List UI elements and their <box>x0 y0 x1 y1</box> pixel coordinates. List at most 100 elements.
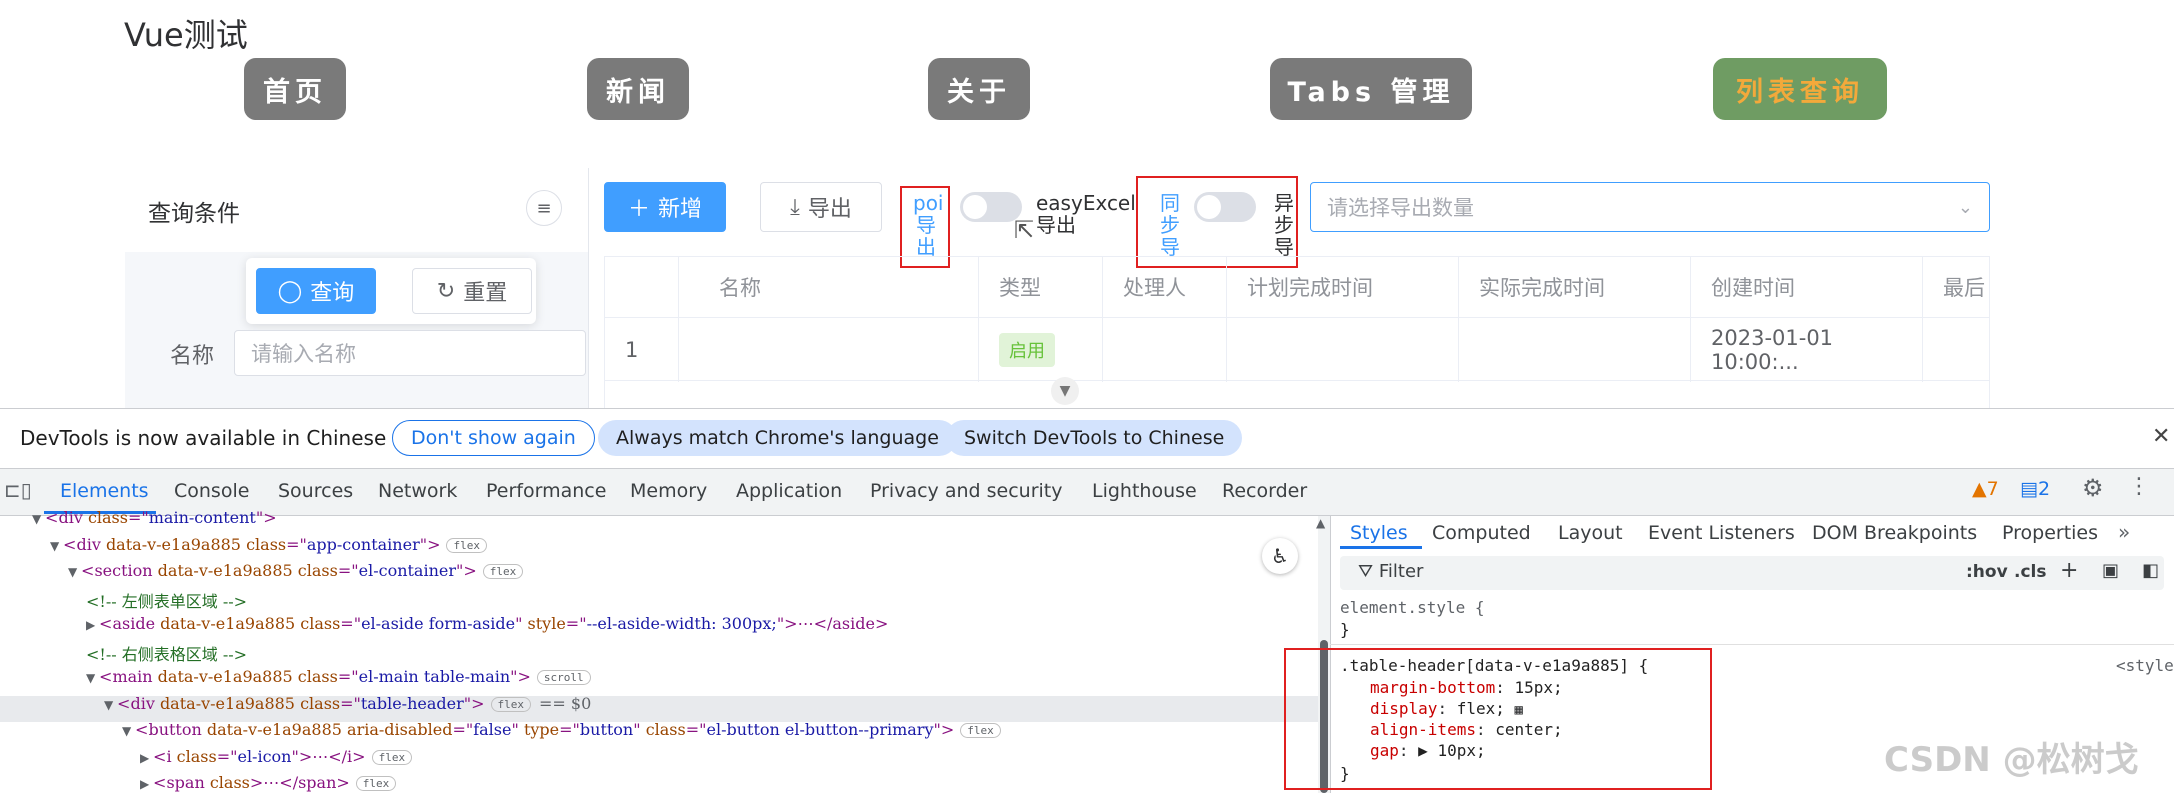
dom-node-line[interactable]: ▼ <div data-v-e1a9a885 class="table-head… <box>104 694 591 713</box>
async-label-line: 步 <box>1274 213 1294 237</box>
always-match-language-button[interactable]: Always match Chrome's language <box>598 420 957 456</box>
scroll-down-icon[interactable]: ▼ <box>1051 377 1079 405</box>
prop-value: center; <box>1495 720 1563 739</box>
query-button[interactable]: ◯ 查询 <box>256 268 376 314</box>
tab-recorder[interactable]: Recorder <box>1222 480 1307 502</box>
dom-node-line[interactable]: <!-- 左侧表单区域 --> <box>86 588 247 612</box>
dom-token: "> <box>933 720 955 739</box>
collapse-triangle-icon[interactable]: ▼ <box>122 724 135 738</box>
sync-async-switch[interactable] <box>1194 192 1256 222</box>
toggle-sidebar-icon[interactable]: ◧ <box>2142 560 2159 581</box>
dom-token: data-v-e1a9a885 class <box>157 561 338 580</box>
tab-layout[interactable]: Layout <box>1558 522 1623 544</box>
tab-properties[interactable]: Properties <box>2002 522 2098 544</box>
style-source-link[interactable]: <style> <box>2116 656 2174 675</box>
expand-triangle-icon[interactable]: ▶ <box>86 618 99 632</box>
dom-token: <i <box>153 746 177 766</box>
collapse-triangle-icon[interactable]: ▼ <box>68 565 81 579</box>
tab-application[interactable]: Application <box>736 480 842 502</box>
css-prop-gap[interactable]: gap: ▶ 10px; <box>1370 741 1486 760</box>
paint-icon[interactable]: ▣ <box>2102 560 2119 581</box>
layout-badge[interactable]: flex <box>490 696 532 712</box>
table-header-cell: 类型 <box>979 257 1103 317</box>
tab-performance[interactable]: Performance <box>486 480 606 502</box>
prop-name: display <box>1370 699 1438 718</box>
tab-console[interactable]: Console <box>174 480 249 502</box>
dom-node-line[interactable]: ▶ <span class>⋯</span> flex <box>140 773 397 792</box>
nav-home[interactable]: 首页 <box>244 58 346 120</box>
tab-privacy-security[interactable]: Privacy and security <box>870 480 1062 502</box>
layout-badge[interactable]: flex <box>371 749 413 765</box>
filter-input[interactable]: ⛛ Filter <box>1358 561 1423 582</box>
row-created-time: 2023-01-01 10:00:... <box>1691 318 1923 382</box>
tab-styles[interactable]: Styles <box>1350 522 1408 544</box>
menu-toggle-button[interactable]: ≡ <box>526 190 562 226</box>
tab-network[interactable]: Network <box>378 480 457 502</box>
dom-token: data-v-e1a9a885 class <box>159 693 341 713</box>
collapse-triangle-icon[interactable]: ▼ <box>104 698 117 712</box>
layout-badge[interactable]: flex <box>355 776 397 791</box>
expand-triangle-icon[interactable]: ▶ <box>140 751 153 765</box>
name-input[interactable]: 请输入名称 <box>234 330 586 376</box>
device-toggle-icon[interactable]: ⊏▯ <box>4 478 32 502</box>
css-prop-margin-bottom[interactable]: margin-bottom: 15px; <box>1370 678 1563 697</box>
message-count-text: 2 <box>2037 478 2051 500</box>
layout-badge[interactable]: flex <box>960 723 1001 738</box>
css-prop-display[interactable]: display: flex; ▦ <box>1370 699 1523 718</box>
collapse-triangle-icon[interactable]: ▼ <box>50 539 63 553</box>
screen: Vue测试 首页 新闻 关于 Tabs 管理 列表查询 查询条件 ≡ ◯ 查询 … <box>0 0 2174 793</box>
css-prop-align-items[interactable]: align-items: center; <box>1370 720 1563 739</box>
tab-elements[interactable]: Elements <box>60 480 149 502</box>
collapse-triangle-icon[interactable]: ▼ <box>86 671 99 685</box>
message-count[interactable]: ▤2 <box>2020 478 2050 500</box>
more-options-icon[interactable]: ⋮ <box>2128 474 2150 499</box>
layout-badge[interactable]: scroll <box>536 670 591 685</box>
layout-badge[interactable]: flex <box>446 537 487 553</box>
hov-toggle[interactable]: :hov <box>1966 562 2008 582</box>
tab-lighthouse[interactable]: Lighthouse <box>1092 480 1197 502</box>
layout-badge[interactable]: flex <box>482 564 524 579</box>
dom-token: class <box>176 746 217 766</box>
dom-node-line[interactable]: ▶ <aside data-v-e1a9a885 class="el-aside… <box>86 614 888 633</box>
export-button[interactable]: ⤓ 导出 <box>760 182 882 232</box>
more-tabs-icon[interactable]: » <box>2118 520 2130 544</box>
cls-toggle[interactable]: .cls <box>2014 562 2046 582</box>
dom-node-line[interactable]: ▼ <div class="main-content"> <box>32 508 277 527</box>
dom-node-line[interactable]: ▼ <div data-v-e1a9a885 class="app-contai… <box>50 535 487 554</box>
dom-node-line[interactable]: <!-- 右侧表格区域 --> <box>86 641 247 665</box>
reset-button[interactable]: ↻ 重置 <box>412 268 532 314</box>
tab-memory[interactable]: Memory <box>630 480 707 502</box>
async-export-label: 异 步 导 <box>1272 192 1296 258</box>
add-button[interactable]: ＋ 新增 <box>604 182 726 232</box>
flexbox-editor-icon[interactable]: ▦ <box>1515 702 1523 718</box>
table-header-cell: 最后 <box>1943 276 1985 300</box>
dom-node-line[interactable]: ▶ <i class="el-icon">⋯</i> flex <box>140 746 413 766</box>
close-icon[interactable]: ✕ <box>2152 424 2170 449</box>
query-button-label: 查询 <box>310 281 355 306</box>
tab-computed[interactable]: Computed <box>1432 522 1531 544</box>
collapse-triangle-icon[interactable]: ▼ <box>32 512 45 526</box>
new-style-rule-icon[interactable]: + <box>2060 558 2078 583</box>
nav-tabs-manage[interactable]: Tabs 管理 <box>1270 58 1472 120</box>
tab-event-listeners[interactable]: Event Listeners <box>1648 522 1795 544</box>
dom-node-line[interactable]: ▼ <button data-v-e1a9a885 aria-disabled=… <box>122 720 1001 739</box>
warning-count[interactable]: ▲7 <box>1972 478 1999 500</box>
settings-gear-icon[interactable]: ⚙ <box>2082 474 2104 502</box>
export-type-switch[interactable] <box>960 192 1022 222</box>
scroll-up-arrow-icon[interactable]: ▲ <box>1316 516 1325 530</box>
nav-list-query[interactable]: 列表查询 <box>1713 58 1887 120</box>
switch-to-chinese-button[interactable]: Switch DevTools to Chinese <box>946 420 1243 456</box>
tab-dom-breakpoints[interactable]: DOM Breakpoints <box>1812 522 1977 544</box>
dom-node-line[interactable]: ▼ <section data-v-e1a9a885 class="el-con… <box>68 561 524 580</box>
accessibility-icon[interactable]: ♿ <box>1262 538 1298 574</box>
expand-triangle-icon[interactable]: ▶ <box>140 777 153 791</box>
dom-token: main-content <box>148 508 256 527</box>
dom-node-line[interactable]: ▼ <main data-v-e1a9a885 class="el-main t… <box>86 667 591 686</box>
tab-sources[interactable]: Sources <box>278 480 353 502</box>
dont-show-again-button[interactable]: Don't show again <box>392 420 595 456</box>
export-count-select[interactable]: 请选择导出数量 ⌄ <box>1310 182 1990 232</box>
nav-about[interactable]: 关于 <box>928 58 1030 120</box>
nav-news[interactable]: 新闻 <box>587 58 689 120</box>
row-last <box>1923 318 1991 382</box>
table-row[interactable]: 1 启用 2023-01-01 10:00:... <box>605 317 1991 382</box>
